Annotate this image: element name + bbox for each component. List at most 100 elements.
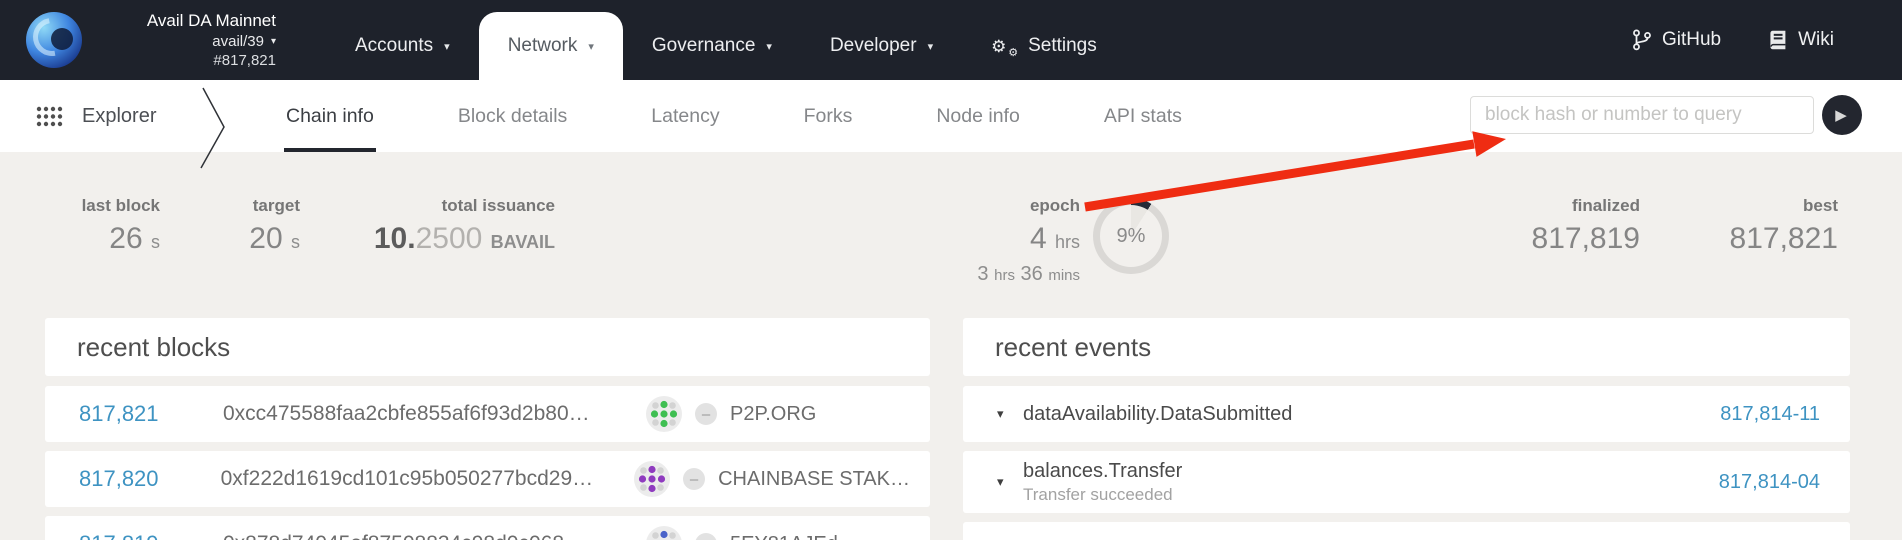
expand-caret-icon[interactable]: ▾ [997, 474, 1023, 490]
event-row: ▾ balances.Transfer Transfer succeeded 8… [963, 451, 1850, 513]
minus-badge-icon[interactable]: – [695, 533, 717, 540]
epoch-progress-donut: 9% [1093, 198, 1169, 274]
menu-governance[interactable]: Governance ▾ [623, 12, 801, 80]
minus-badge-icon[interactable]: – [683, 468, 705, 490]
stat-last-block: last block 26 s [40, 196, 160, 258]
event-row: ▾ dataAvailability.DataSubmitted 817,814… [963, 386, 1850, 442]
chain-best-block: #817,821 [213, 52, 276, 69]
block-author-name: P2P.ORG [730, 403, 816, 426]
expand-caret-icon[interactable]: ▾ [997, 406, 1023, 422]
tab-latency-label: Latency [651, 105, 719, 128]
github-link[interactable]: GitHub [1632, 29, 1721, 51]
block-author-name: 5EY81AJEd… [730, 533, 858, 540]
menu-accounts[interactable]: Accounts ▾ [326, 12, 479, 80]
event-block-link[interactable]: 817,814-04 [1719, 471, 1820, 494]
menu-settings[interactable]: ⚙⚙ Settings [962, 12, 1126, 80]
stat-target-label: target [188, 196, 300, 216]
block-row: 817,821 0xcc475588faa2cbfe855af6f93d2b80… [45, 386, 930, 442]
github-label: GitHub [1662, 29, 1721, 51]
menu-accounts-label: Accounts [355, 35, 433, 57]
event-info: balances.Transfer Transfer succeeded [1023, 460, 1182, 505]
chevron-down-icon: ▾ [444, 40, 450, 53]
recent-blocks-panel: recent blocks 817,821 0xcc475588faa2cbfe… [45, 318, 930, 540]
stat-epoch-value: 4 [1030, 222, 1047, 255]
wiki-link[interactable]: Wiki [1769, 29, 1834, 51]
stat-epoch-rem2-value: 36 [1021, 263, 1043, 285]
stat-epoch-label: epoch [880, 196, 1080, 216]
avail-logo-icon [26, 12, 82, 68]
validator-identicon[interactable] [646, 396, 682, 432]
block-author-name: CHAINBASE STAK… [718, 468, 910, 491]
stat-target-value: 20 [249, 222, 282, 255]
stat-best: best 817,821 [1660, 196, 1838, 255]
settings-gears-icon: ⚙⚙ [991, 38, 1017, 55]
stat-total-issuance-frac: 2500 [416, 222, 483, 255]
tab-block-details[interactable]: Block details [458, 80, 567, 152]
stat-target: target 20 s [188, 196, 300, 258]
event-block-link[interactable]: 817,814-11 [1720, 403, 1820, 426]
chain-version-selector[interactable]: avail/39 ▾ [212, 33, 276, 50]
section-explorer-label: Explorer [82, 105, 156, 128]
menu-governance-label: Governance [652, 35, 756, 57]
stat-epoch-remaining: 3 hrs 36 mins [880, 263, 1080, 286]
breadcrumb-chevron [196, 86, 230, 170]
stat-finalized-label: finalized [1440, 196, 1640, 216]
block-author: – 5EY81AJEd… [646, 526, 858, 540]
block-search-input[interactable] [1470, 96, 1814, 134]
stat-total-issuance-unit: BAVAIL [491, 232, 555, 252]
chain-stats: last block 26 s target 20 s total issuan… [0, 152, 1902, 318]
stat-finalized-value: 817,819 [1440, 223, 1640, 255]
page: Avail DA Mainnet avail/39 ▾ #817,821 Acc… [0, 0, 1902, 540]
block-number-link[interactable]: 817,821 [79, 401, 175, 427]
block-author: – CHAINBASE STAK… [634, 461, 910, 497]
block-number-link[interactable]: 817,819 [79, 531, 175, 540]
event-description: Transfer succeeded [1023, 485, 1182, 505]
tab-forks[interactable]: Forks [804, 80, 853, 152]
validator-identicon[interactable] [634, 461, 670, 497]
validator-identicon[interactable] [646, 526, 682, 540]
external-links: GitHub Wiki [1632, 0, 1902, 80]
menu-network-label: Network [508, 35, 578, 57]
epoch-progress-label: 9% [1117, 225, 1146, 248]
event-row: ▾ balances.Endowed 817,814-03 [963, 522, 1850, 540]
top-navbar: Avail DA Mainnet avail/39 ▾ #817,821 Acc… [0, 0, 1902, 80]
recent-events-panel: recent events ▾ dataAvailability.DataSub… [963, 318, 1850, 540]
chain-selector[interactable]: Avail DA Mainnet avail/39 ▾ #817,821 [0, 0, 300, 80]
block-hash: 0xcc475588faa2cbfe855af6f93d2b80… [223, 402, 608, 426]
play-icon: ▶ [1835, 106, 1847, 124]
stat-total-issuance: total issuance 10.2500 BAVAIL [330, 196, 555, 258]
menu-developer-label: Developer [830, 35, 917, 57]
stat-last-block-unit: s [151, 232, 160, 252]
chevron-down-icon: ▾ [271, 36, 276, 47]
stat-best-label: best [1660, 196, 1838, 216]
tab-forks-label: Forks [804, 105, 853, 128]
block-author: – P2P.ORG [646, 396, 816, 432]
query-button[interactable]: ▶ [1822, 95, 1862, 135]
menu-developer[interactable]: Developer ▾ [801, 12, 962, 80]
tab-api-stats-label: API stats [1104, 105, 1182, 128]
stat-epoch: epoch 4 hrs 3 hrs 36 mins [880, 196, 1080, 286]
section-explorer: Explorer [36, 80, 156, 152]
tab-node-info[interactable]: Node info [936, 80, 1019, 152]
chevron-down-icon: ▾ [928, 40, 934, 53]
chain-name: Avail DA Mainnet [147, 11, 276, 31]
stat-best-value: 817,821 [1660, 223, 1838, 255]
stat-epoch-unit: hrs [1055, 232, 1080, 252]
block-row: 817,819 0x878d74045ef87508834c98d0c068… [45, 516, 930, 540]
git-branch-icon [1632, 29, 1652, 51]
minus-badge-icon[interactable]: – [695, 403, 717, 425]
grid-icon [36, 106, 63, 127]
tab-latency[interactable]: Latency [651, 80, 719, 152]
menu-network[interactable]: Network ▾ [479, 12, 623, 80]
logo-core [51, 28, 73, 50]
tab-api-stats[interactable]: API stats [1104, 80, 1182, 152]
block-search: ▶ [1470, 95, 1862, 135]
chain-meta: Avail DA Mainnet avail/39 ▾ #817,821 [98, 11, 276, 69]
chevron-down-icon: ▾ [766, 40, 772, 53]
event-name: dataAvailability.DataSubmitted [1023, 403, 1292, 426]
block-number-link[interactable]: 817,820 [79, 466, 173, 492]
tab-chain-info[interactable]: Chain info [286, 80, 374, 152]
event-info: dataAvailability.DataSubmitted [1023, 403, 1292, 426]
recent-blocks-title: recent blocks [45, 318, 930, 376]
event-name: balances.Transfer [1023, 460, 1182, 483]
